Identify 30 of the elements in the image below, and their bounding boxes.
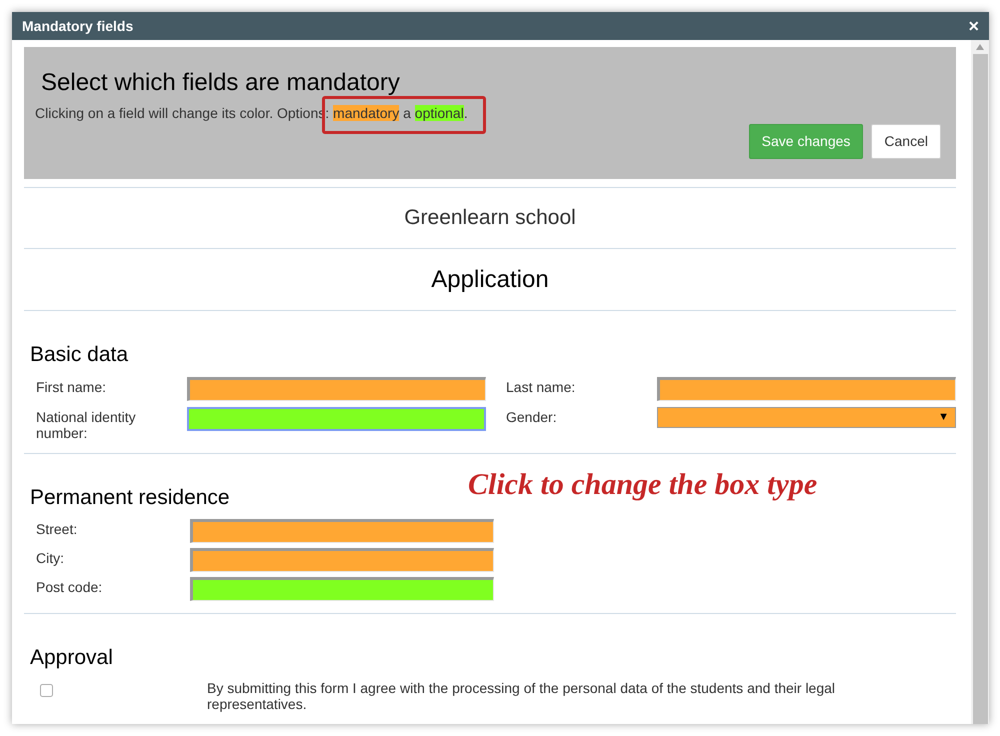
school-name: Greenlearn school [24, 188, 956, 249]
close-button[interactable]: × [968, 17, 979, 35]
input-field[interactable] [657, 376, 956, 400]
field-label: City: [35, 549, 65, 566]
input-field[interactable] [190, 577, 494, 601]
field-label: National identity number: [35, 408, 137, 440]
input-field[interactable] [190, 548, 494, 572]
section-title: Permanent residence [30, 484, 230, 510]
field-label: First name: [35, 378, 108, 394]
field-label: Post code: [35, 578, 104, 595]
window-title: Mandatory fields [22, 16, 134, 36]
header-title: Select which fields are mandatory [41, 68, 401, 98]
annotation-text: Click to change the box type [468, 467, 818, 503]
checkbox[interactable] [40, 684, 53, 696]
caret-icon: ▼ [938, 408, 949, 426]
section-title: Basic data [30, 342, 128, 368]
cancel-button[interactable]: Cancel [871, 124, 941, 159]
scrollbar-thumb[interactable] [972, 54, 988, 724]
field-label: Gender: [505, 408, 558, 424]
field-label: Street: [35, 520, 78, 537]
input-field[interactable] [190, 519, 494, 543]
input-field[interactable] [187, 376, 486, 400]
scrollbar[interactable] [971, 40, 989, 724]
form-title: Application [24, 249, 956, 311]
select-field[interactable]: ▼ [657, 406, 956, 428]
field-label: Last name: [505, 378, 576, 394]
section-title: Approval [30, 645, 113, 671]
input-field[interactable] [187, 406, 486, 430]
scroll-up-icon[interactable] [976, 44, 984, 50]
consent-text: By submitting this form I agree with the processing of the personal data of the students and their legal representatives. [207, 680, 836, 712]
